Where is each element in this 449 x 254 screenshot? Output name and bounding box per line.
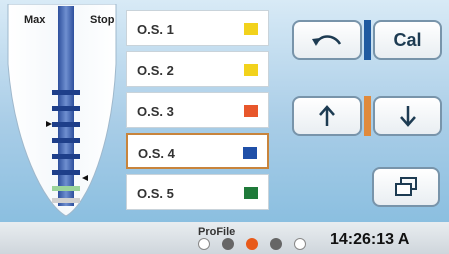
program-dot [294,238,306,250]
clock-suffix: A [397,231,410,248]
os-color-chip [244,105,258,117]
arrow-up-icon [319,105,335,126]
os-item-label: O.S. 2 [137,63,174,78]
os-item-4[interactable]: O.S. 4 [126,133,269,169]
program-dot [198,238,210,250]
window-restore-icon [395,177,417,196]
apex-gauge: Max Stop [6,4,118,222]
cal-button[interactable]: Cal [373,20,442,60]
back-button[interactable] [292,20,362,60]
os-color-chip [244,23,258,35]
os-item-3[interactable]: O.S. 3 [126,92,269,128]
os-item-2[interactable]: O.S. 2 [126,51,269,87]
program-dot [246,238,258,250]
os-color-chip [244,187,258,199]
device-screen: Max Stop O.S. 1 O.S. 2 O.S. 3 O.S. 4 O.S… [0,0,449,254]
os-item-label: O.S. 4 [138,146,175,161]
up-button[interactable] [292,96,362,136]
button-separator [364,20,371,60]
gauge-stop-label: Stop [90,14,115,26]
brand-label: ProFile [198,226,236,238]
undo-arrow-icon [312,35,342,46]
cal-button-label: Cal [393,29,422,50]
clock-time: 14:26:13 [330,231,395,248]
os-color-chip [243,147,257,159]
os-item-1[interactable]: O.S. 1 [126,10,269,46]
arrow-down-icon [399,106,416,127]
window-button[interactable] [372,167,440,207]
down-button[interactable] [373,96,442,136]
os-item-5[interactable]: O.S. 5 [126,174,269,210]
gauge-max-label: Max [24,14,46,26]
os-item-label: O.S. 5 [137,186,174,201]
program-dot [270,238,282,250]
os-item-label: O.S. 1 [137,22,174,37]
program-dot [222,238,234,250]
apex-gauge-graphic [7,4,117,217]
program-dots [198,238,308,252]
button-separator [364,96,371,136]
os-color-chip [244,64,258,76]
os-program-list: O.S. 1 O.S. 2 O.S. 3 O.S. 4 O.S. 5 [126,10,269,215]
os-item-label: O.S. 3 [137,104,174,119]
clock-display: 14:26:13 A [330,231,409,249]
